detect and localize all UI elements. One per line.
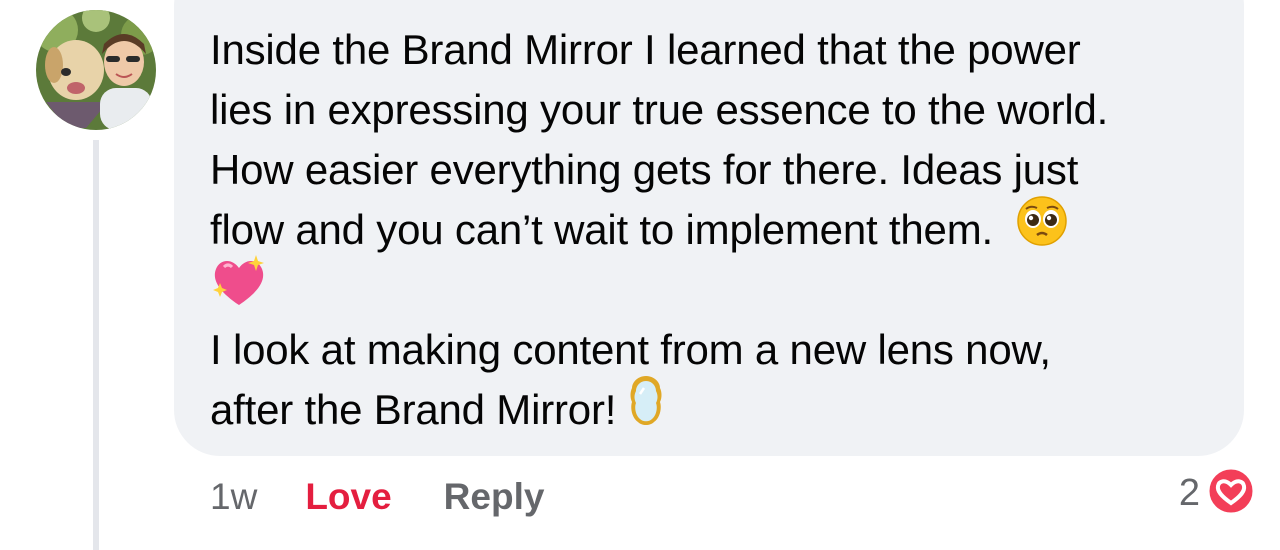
comment-line: after the Brand Mirror! — [210, 386, 617, 433]
comment-actions: 1w Love Reply — [210, 472, 544, 522]
avatar-photo — [36, 10, 156, 130]
comment-text: Inside the Brand Mirror I learned that t… — [210, 20, 1230, 440]
reaction-summary[interactable]: 2 — [1179, 466, 1256, 520]
timestamp[interactable]: 1w — [210, 476, 257, 518]
comment-line: flow and you can’t wait to implement the… — [210, 206, 993, 253]
reaction-count: 2 — [1178, 471, 1200, 514]
comment-thread: Inside the Brand Mirror I learned that t… — [0, 0, 1280, 550]
sparkling-heart-icon — [210, 253, 268, 325]
avatar[interactable] — [36, 10, 156, 130]
emoji-line — [210, 254, 1230, 320]
comment-line: I look at making content from a new lens… — [210, 326, 1051, 373]
mirror-icon — [628, 374, 664, 444]
comment-line: lies in expressing your true essence to … — [210, 86, 1109, 133]
thread-line — [93, 140, 99, 550]
comment-line: Inside the Brand Mirror I learned that t… — [210, 26, 1081, 73]
love-reaction-button[interactable]: Love — [305, 476, 391, 518]
love-reaction-icon — [1206, 466, 1256, 521]
comment-line-with-emoji: flow and you can’t wait to implement the… — [210, 196, 1230, 260]
reply-button[interactable]: Reply — [444, 476, 545, 518]
pleading-face-icon — [1016, 195, 1068, 263]
comment-line: How easier everything gets for there. Id… — [210, 146, 1079, 193]
comment-line-with-emoji: after the Brand Mirror! — [210, 375, 1230, 440]
